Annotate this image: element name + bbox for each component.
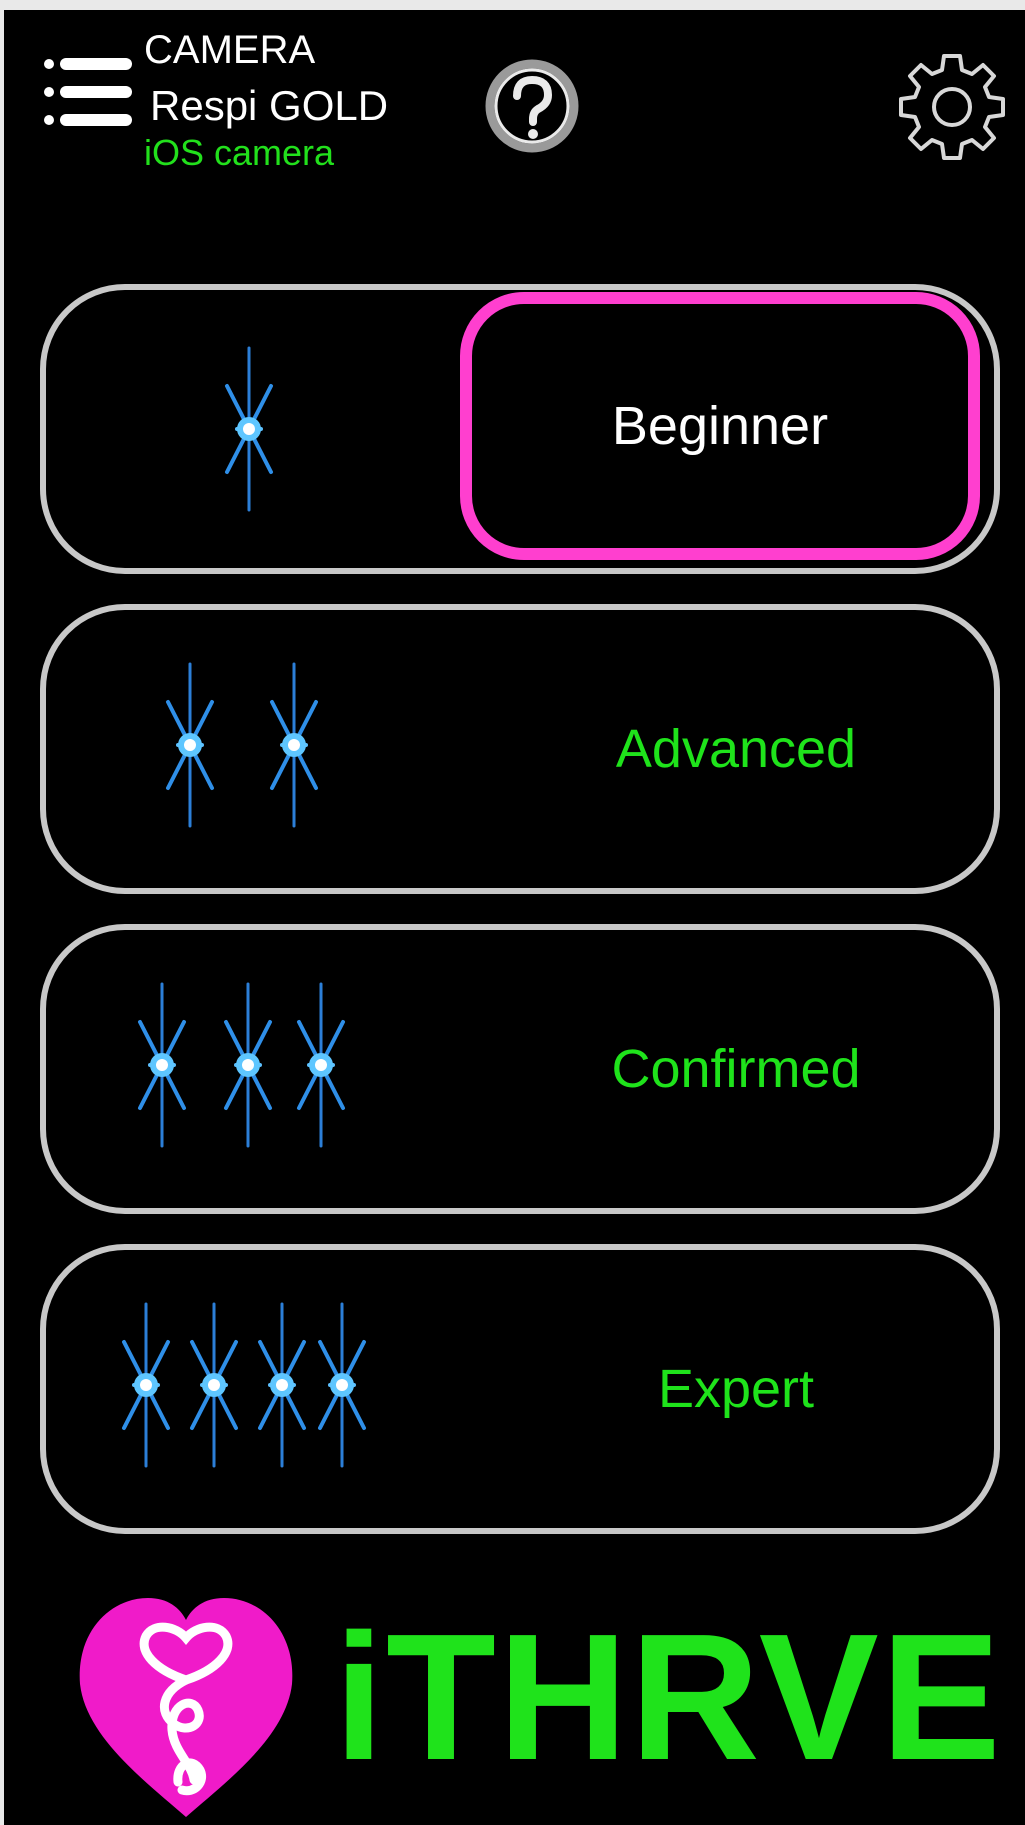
brand-name: iTHRVE <box>334 1597 1003 1798</box>
star-icon <box>258 1302 306 1468</box>
level-stars <box>46 610 476 888</box>
level-label: Expert <box>657 1359 815 1419</box>
level-stars <box>46 290 476 568</box>
source-title: CAMERA <box>144 28 316 72</box>
star-icon <box>318 1302 366 1468</box>
help-icon[interactable] <box>482 56 582 156</box>
level-card-advanced[interactable]: Advanced <box>40 604 1000 894</box>
app-screen: CAMERA Respi GOLD iOS camera Beginner Ad… <box>4 10 1025 1825</box>
star-icon <box>297 982 345 1148</box>
star-icon <box>122 1302 170 1468</box>
selected-level-highlight[interactable]: Beginner <box>460 292 980 560</box>
device-name: Respi GOLD <box>150 82 389 129</box>
level-label: Confirmed <box>611 1039 861 1099</box>
menu-icon[interactable] <box>42 50 137 145</box>
level-stars <box>46 930 476 1208</box>
level-card-beginner[interactable]: Beginner <box>40 284 1000 574</box>
star-icon <box>224 982 272 1148</box>
star-icon <box>166 662 214 828</box>
star-icon <box>190 1302 238 1468</box>
device-source: iOS camera <box>144 132 335 173</box>
heart-logo-icon <box>79 1598 293 1817</box>
device-source-info: CAMERA Respi GOLD iOS camera <box>144 20 444 173</box>
level-card-expert[interactable]: Expert <box>40 1244 1000 1534</box>
star-icon <box>270 662 318 828</box>
star-icon <box>138 982 186 1148</box>
level-stars <box>46 1250 476 1528</box>
level-label: Advanced <box>615 719 857 779</box>
star-icon <box>225 346 273 512</box>
ithrve-logo: iTHRVE <box>76 1592 1001 1822</box>
gear-icon[interactable] <box>892 46 1012 166</box>
level-card-confirmed[interactable]: Confirmed <box>40 924 1000 1214</box>
